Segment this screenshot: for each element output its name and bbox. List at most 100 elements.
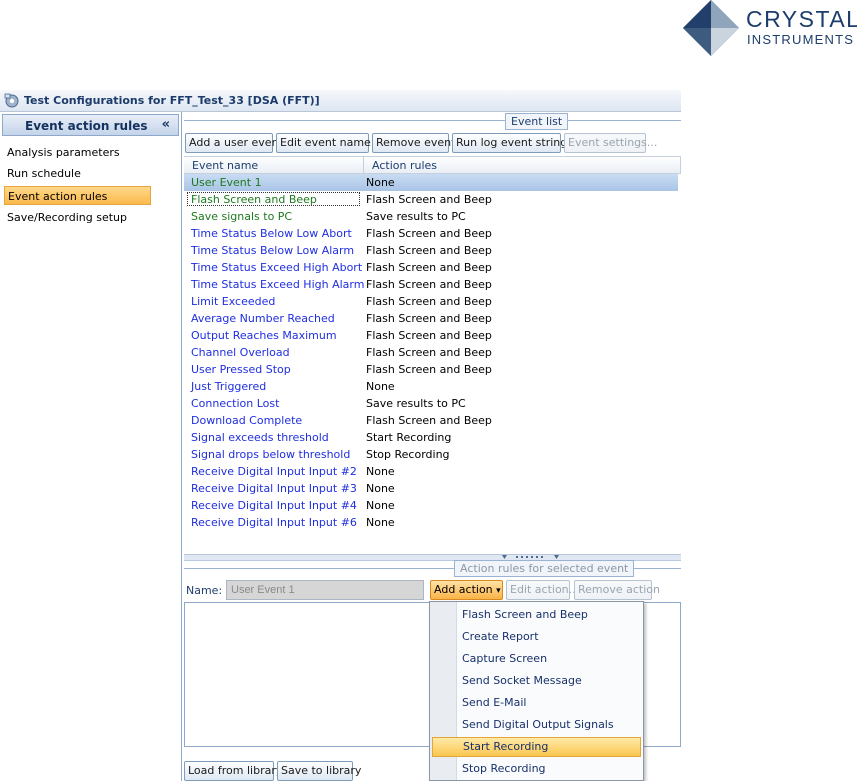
save-to-library-button[interactable]: Save to library [277, 761, 361, 781]
menu-item-stop-recording[interactable]: Stop Recording [432, 759, 641, 779]
table-row[interactable]: Receive Digital Input Input #3 None [184, 480, 678, 497]
action-rules-cell: Flash Screen and Beep [366, 227, 492, 240]
nav-header-title: Event action rules [25, 119, 148, 133]
dropdown-arrow-icon: ▾ [496, 586, 501, 596]
table-row[interactable]: Average Number Reached Flash Screen and B… [184, 310, 678, 327]
event-name-cell: Receive Digital Input Input #3 [191, 482, 357, 495]
event-name-cell: Time Status Exceed High Abort [191, 261, 363, 274]
table-row[interactable]: Signal exceeds threshold Start Recording [184, 429, 678, 446]
table-row[interactable]: Channel Overload Flash Screen and Beep [184, 344, 678, 361]
action-rules-cell: Flash Screen and Beep [366, 312, 492, 325]
column-header-event-name[interactable]: Event name [184, 157, 364, 174]
run-log-event-strings-button[interactable]: Run log event strings [452, 133, 573, 153]
action-rules-cell: Stop Recording [366, 448, 450, 461]
edit-event-name-button[interactable]: Edit event name... [276, 133, 381, 153]
event-name-cell: Save signals to PC [191, 210, 293, 223]
table-row[interactable]: User Event 1 None [184, 174, 678, 191]
table-row[interactable]: Time Status Exceed High Abort Flash Scree… [184, 259, 678, 276]
nav-item-save-recording-setup[interactable]: Save/Recording setup [4, 208, 154, 227]
window-title-bar: Test Configurations for FFT_Test_33 [DSA… [0, 90, 681, 112]
action-rules-cell: Flash Screen and Beep [366, 278, 492, 291]
event-name-cell: Connection Lost [191, 397, 280, 410]
left-navigation-pane: Event action rules « Analysis parameters… [0, 112, 182, 781]
add-action-dropdown-menu: Flash Screen and Beep Create Report Capt… [429, 601, 644, 781]
window-title: Test Configurations for FFT_Test_33 [DSA… [24, 94, 320, 107]
action-rules-cell: None [366, 176, 395, 189]
collapse-pane-icon[interactable]: « [162, 117, 170, 132]
action-rules-cell: Start Recording [366, 431, 452, 444]
action-rules-cell: Save results to PC [366, 397, 466, 410]
remove-action-button[interactable]: Remove action [574, 580, 660, 600]
action-rules-cell: None [366, 516, 395, 529]
nav-header: Event action rules « [2, 114, 179, 136]
table-row[interactable]: Receive Digital Input Input #2 None [184, 463, 678, 480]
event-list-group-line [184, 120, 681, 121]
action-rules-cell: Flash Screen and Beep [366, 414, 492, 427]
event-name-cell: Receive Digital Input Input #4 [191, 499, 357, 512]
nav-item-run-schedule[interactable]: Run schedule [4, 164, 154, 183]
load-from-library-button[interactable]: Load from library [184, 761, 282, 781]
menu-item-flash-screen-and-beep[interactable]: Flash Screen and Beep [432, 605, 641, 625]
add-action-button[interactable]: Add action ▾ [430, 580, 503, 600]
table-row[interactable]: Limit Exceeded Flash Screen and Beep [184, 293, 678, 310]
crystal-instruments-logo: CRYSTAL INSTRUMENTS [683, 0, 857, 56]
table-row[interactable]: Connection Lost Save results to PC [184, 395, 678, 412]
table-row[interactable]: Flash Screen and Beep Flash Screen and Be… [184, 191, 678, 208]
event-name-cell: User Pressed Stop [191, 363, 291, 376]
event-name-cell: Channel Overload [191, 346, 290, 359]
table-row[interactable]: Signal drops below threshold Stop Recordi… [184, 446, 678, 463]
menu-item-capture-screen[interactable]: Capture Screen [432, 649, 641, 669]
action-rules-group-label: Action rules for selected event [454, 560, 635, 577]
table-row[interactable]: Receive Digital Input Input #4 None [184, 497, 678, 514]
menu-item-send-digital-output-signals[interactable]: Send Digital Output Signals [432, 715, 641, 735]
action-rules-cell: None [366, 380, 395, 393]
event-settings-button[interactable]: Event settings... [564, 133, 657, 153]
table-row[interactable]: Save signals to PC Save results to PC [184, 208, 678, 225]
event-grid: Event name Action rules User Event 1 None… [184, 156, 681, 557]
event-name-cell: Signal exceeds threshold [191, 431, 329, 444]
event-name-cell: Receive Digital Input Input #2 [191, 465, 357, 478]
table-row[interactable]: Receive Digital Input Input #6 None [184, 514, 678, 531]
event-name-cell: Just Triggered [191, 380, 267, 393]
action-rules-cell: None [366, 465, 395, 478]
action-rules-cell: Flash Screen and Beep [366, 346, 492, 359]
add-user-event-button[interactable]: Add a user event [185, 133, 283, 153]
table-row[interactable]: Download Complete Flash Screen and Beep [184, 412, 678, 429]
action-rules-cell: Flash Screen and Beep [366, 261, 492, 274]
event-name-cell: Average Number Reached [191, 312, 335, 325]
column-header-action-rules[interactable]: Action rules [364, 157, 681, 174]
table-row[interactable]: Time Status Below Low Abort Flash Screen … [184, 225, 678, 242]
action-rules-cell: None [366, 499, 395, 512]
menu-item-send-email[interactable]: Send E-Mail [432, 693, 641, 713]
action-rules-cell: Save results to PC [366, 210, 466, 223]
action-rules-cell: Flash Screen and Beep [366, 329, 492, 342]
table-row[interactable]: Just Triggered None [184, 378, 678, 395]
event-name-cell: Time Status Below Low Abort [191, 227, 352, 240]
table-row[interactable]: User Pressed Stop Flash Screen and Beep [184, 361, 678, 378]
menu-item-start-recording[interactable]: Start Recording [432, 737, 641, 757]
nav-item-event-action-rules[interactable]: Event action rules [4, 186, 151, 205]
nav-item-analysis-parameters[interactable]: Analysis parameters [4, 143, 154, 162]
config-gear-icon [4, 93, 19, 108]
event-name-cell: Signal drops below threshold [191, 448, 351, 461]
table-row[interactable]: Time Status Below Low Alarm Flash Screen … [184, 242, 678, 259]
name-label: Name: [186, 584, 223, 597]
action-rules-cell: Flash Screen and Beep [366, 193, 492, 206]
event-name-cell: Receive Digital Input Input #6 [191, 516, 357, 529]
logo-text-crystal: CRYSTAL [746, 6, 857, 32]
event-name-cell: Time Status Below Low Alarm [191, 244, 355, 257]
action-rules-cell: Flash Screen and Beep [366, 244, 492, 257]
menu-item-create-report[interactable]: Create Report [432, 627, 641, 647]
event-name-cell: Time Status Exceed High Alarm [191, 278, 365, 291]
table-row[interactable]: Output Reaches Maximum Flash Screen and B… [184, 327, 678, 344]
menu-item-send-socket-message[interactable]: Send Socket Message [432, 671, 641, 691]
edit-action-button[interactable]: Edit action... [506, 580, 579, 600]
remove-event-button[interactable]: Remove event [372, 133, 455, 153]
table-row[interactable]: Time Status Exceed High Alarm Flash Scree… [184, 276, 678, 293]
logo-text-instruments: INSTRUMENTS [747, 32, 855, 47]
event-name-cell: Flash Screen and Beep [191, 193, 317, 206]
event-name-cell: Output Reaches Maximum [191, 329, 337, 342]
event-name-field[interactable] [226, 580, 424, 600]
action-rules-cell: Flash Screen and Beep [366, 295, 492, 308]
diamond-logo-icon [683, 0, 739, 56]
